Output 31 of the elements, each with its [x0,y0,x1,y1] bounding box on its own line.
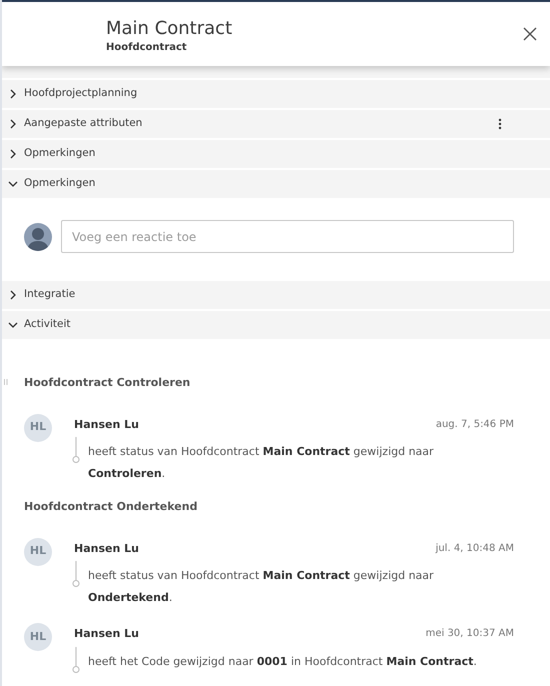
section-header[interactable]: Activiteit [2,311,550,339]
more-icon[interactable] [498,118,502,130]
author-name: Hansen Lu [74,540,139,556]
timeline-icon [72,646,80,674]
activity-text: heeft status van Hoofdcontract Main Contract gewijzigd naar Ondertekend. [88,568,435,606]
section-header[interactable]: Hoofdprojectplanning [2,80,550,108]
section-header[interactable]: Opmerkingen [2,140,550,168]
section-header[interactable]: Integratie [2,281,550,309]
author-name: Hansen Lu [74,626,139,642]
comment-field[interactable]: Voeg een reactie toe [61,220,514,253]
user-avatar: HL [24,623,52,651]
activity-text: heeft status van Hoofdcontract Main Contract gewijzigd naar Controleren. [88,444,435,482]
close-icon [522,26,538,42]
group-title: Hoofdcontract Controleren [24,375,192,391]
user-avatar: HL [24,538,52,566]
timestamp: jul. 4, 10:48 AM [436,542,514,556]
timeline-icon [72,561,80,589]
author-name: Hansen Lu [74,416,139,432]
panel-subtitle: Hoofdcontract [106,41,187,55]
group-title: Hoofdcontract Ondertekend [24,499,198,515]
timestamp: mei 30, 10:37 AM [426,627,514,641]
user-avatar: HL [24,414,52,442]
panel-title: Main Contract [106,18,232,40]
section-header[interactable]: Opmerkingen [2,170,550,198]
grip-icon[interactable] [4,379,8,385]
activity-text: heeft het Code gewijzigd naar 0001 in Hoofdcontract Main Contract. [88,654,477,670]
avatar-icon [24,222,52,250]
timestamp: aug. 7, 5:46 PM [436,418,514,432]
close-button[interactable] [522,26,538,42]
timeline-icon [72,437,80,465]
section-header[interactable]: Aangepaste attributen [2,110,550,138]
